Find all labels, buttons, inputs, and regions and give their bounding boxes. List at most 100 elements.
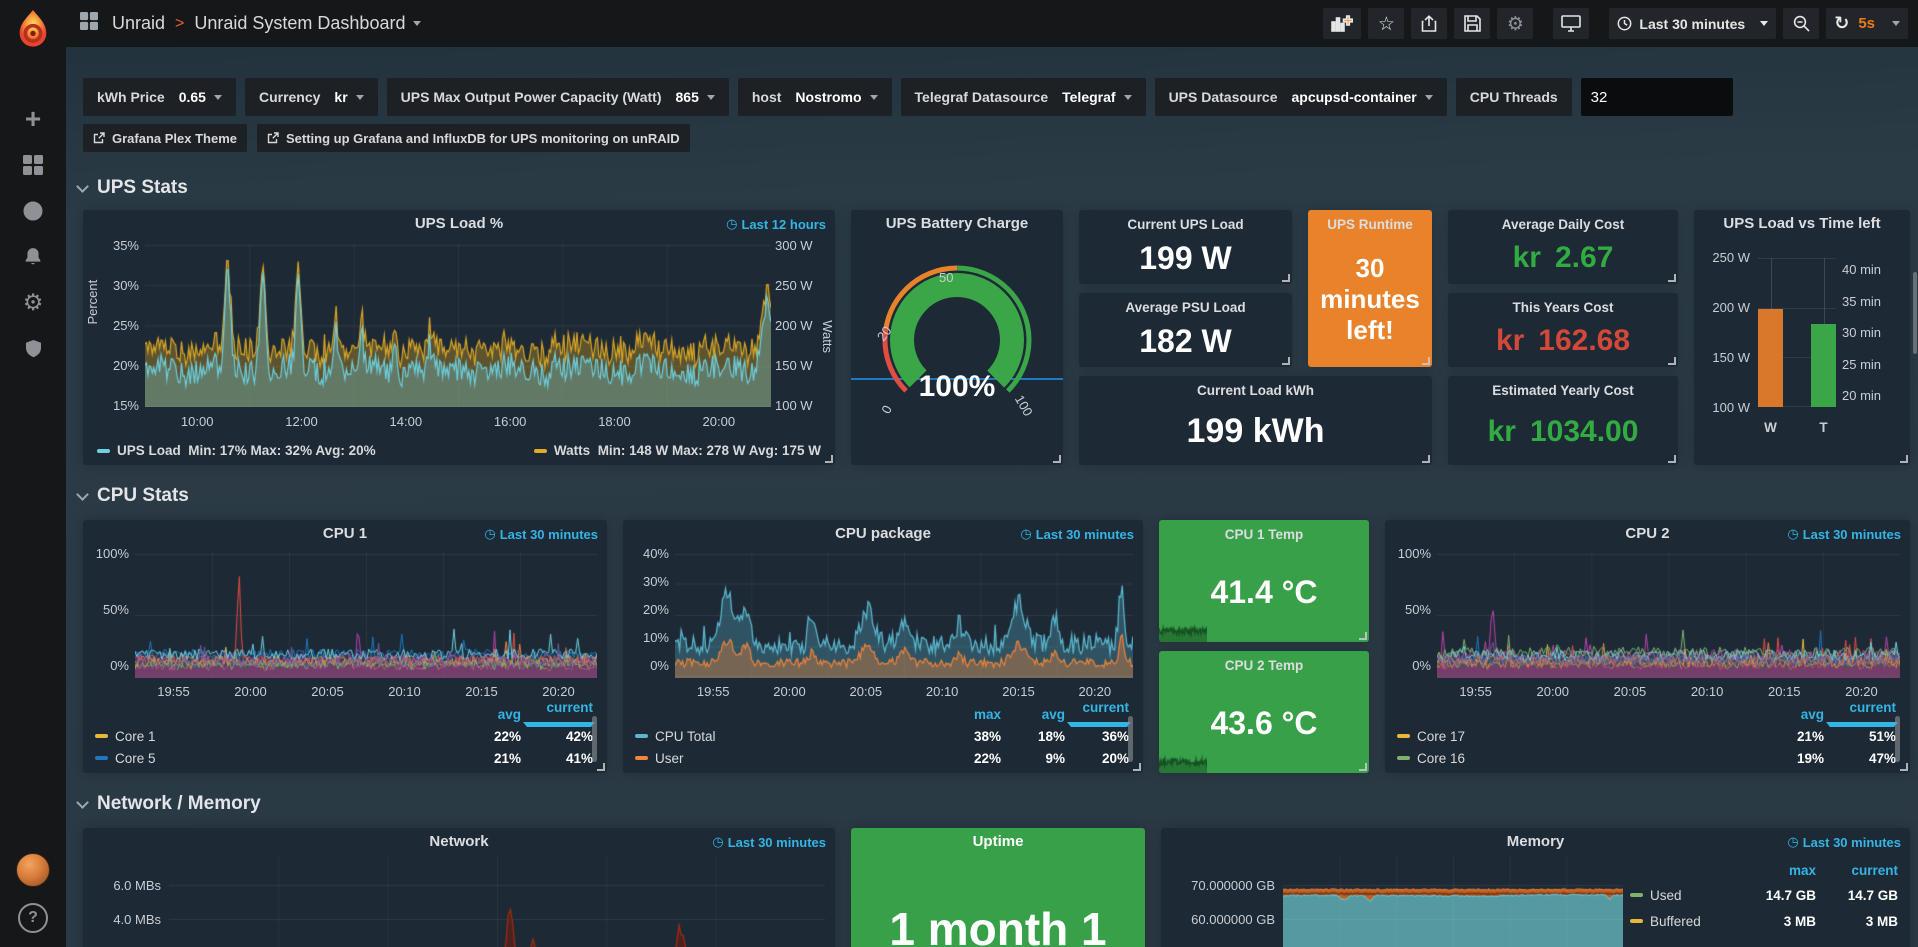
settings-gear-icon[interactable]: ⚙ — [1497, 8, 1533, 39]
panel-title[interactable]: Current Load kWh — [1079, 383, 1432, 398]
legend-series-name[interactable]: Core 1 — [115, 729, 156, 744]
variable-kwh-price[interactable]: kWh Price 0.65 — [83, 78, 236, 116]
link-grafana-plex-theme[interactable]: Grafana Plex Theme — [83, 124, 247, 152]
panel-title[interactable]: Estimated Yearly Cost — [1448, 383, 1678, 398]
panel-resize-handle[interactable] — [597, 763, 605, 771]
page-scrollbar-thumb[interactable] — [1913, 272, 1917, 354]
legend-scrollbar[interactable] — [592, 716, 597, 762]
legend-series-name[interactable]: UPS Load — [117, 443, 181, 458]
breadcrumb-dashboard-title[interactable]: Unraid System Dashboard — [194, 13, 405, 34]
breadcrumb-folder[interactable]: Unraid — [112, 13, 165, 34]
bar-time-left[interactable] — [1811, 324, 1836, 407]
alerting-bell-icon[interactable] — [10, 234, 56, 280]
panel-title[interactable]: Average PSU Load — [1079, 300, 1292, 315]
grafana-logo-icon[interactable] — [13, 8, 53, 52]
cycle-view-monitor-icon[interactable] — [1553, 8, 1589, 39]
cpu-package-plot[interactable] — [675, 552, 1133, 678]
legend-sort-current[interactable]: current — [1824, 700, 1896, 730]
dashboard-grid-icon[interactable] — [80, 12, 98, 35]
add-panel-button[interactable] — [1323, 8, 1361, 39]
legend-scrollbar[interactable] — [1895, 716, 1900, 762]
legend-sort-max[interactable]: max — [937, 707, 1001, 722]
zoom-out-button[interactable] — [1783, 8, 1819, 39]
refresh-interval-label[interactable]: 5s — [1858, 15, 1875, 32]
legend-series-name[interactable]: CPU Total — [655, 729, 716, 744]
panel-resize-handle[interactable] — [1282, 274, 1290, 282]
legend-series-name[interactable]: User — [655, 751, 684, 766]
save-button[interactable] — [1454, 8, 1490, 39]
ups-load-plot[interactable] — [145, 244, 771, 407]
variable-currency[interactable]: Currency kr — [245, 78, 378, 116]
create-icon[interactable]: + — [10, 96, 56, 142]
panel-title[interactable]: CPU 1 Temp — [1159, 527, 1369, 542]
memory-plot[interactable] — [1283, 856, 1623, 947]
user-avatar[interactable] — [16, 853, 50, 887]
panel-title[interactable]: UPS Load vs Time left — [1694, 215, 1910, 232]
variable-ups-datasource[interactable]: UPS Datasource apcupsd-container — [1155, 78, 1447, 116]
panel-time-range[interactable]: ◷Last 30 minutes — [1020, 527, 1134, 542]
panel-title[interactable]: Current UPS Load — [1079, 217, 1292, 232]
variable-host[interactable]: host Nostromo — [738, 78, 892, 116]
panel-title[interactable]: CPU 2 Temp — [1159, 658, 1369, 673]
legend-series-name[interactable]: Core 16 — [1417, 751, 1465, 766]
legend-series-name[interactable]: Core 17 — [1417, 729, 1465, 744]
legend-series-name[interactable]: Core 5 — [115, 751, 156, 766]
panel-resize-handle[interactable] — [1900, 763, 1908, 771]
legend-sort-avg[interactable]: avg — [449, 707, 521, 722]
legend-sort-current[interactable]: current — [521, 700, 593, 730]
panel-time-range[interactable]: ◷Last 30 minutes — [1787, 835, 1901, 850]
panel-resize-handle[interactable] — [1422, 455, 1430, 463]
panel-title[interactable]: Uptime — [851, 833, 1145, 850]
panel-title[interactable]: UPS Load % — [83, 215, 835, 232]
share-button[interactable] — [1411, 8, 1447, 39]
time-range-picker[interactable]: Last 30 minutes — [1609, 8, 1776, 39]
panel-resize-handle[interactable] — [1668, 357, 1676, 365]
cpu1-plot[interactable] — [135, 552, 597, 678]
section-network-memory[interactable]: Network / Memory — [78, 793, 261, 815]
network-plot[interactable] — [169, 856, 825, 947]
panel-resize-handle[interactable] — [1282, 357, 1290, 365]
link-ups-monitoring-guide[interactable]: Setting up Grafana and InfluxDB for UPS … — [257, 124, 690, 152]
panel-resize-handle[interactable] — [1668, 274, 1676, 282]
section-ups-stats[interactable]: UPS Stats — [78, 177, 188, 199]
bar-plot[interactable] — [1758, 258, 1836, 407]
cpu2-plot[interactable] — [1437, 552, 1900, 678]
star-button[interactable]: ☆ — [1368, 8, 1404, 39]
legend-sort-current[interactable]: current — [1065, 700, 1129, 730]
panel-resize-handle[interactable] — [825, 455, 833, 463]
legend-series-name[interactable]: Watts — [554, 443, 590, 458]
explore-icon[interactable] — [10, 188, 56, 234]
panel-resize-handle[interactable] — [1359, 632, 1367, 640]
configuration-gear-icon[interactable]: ⚙ — [10, 280, 56, 326]
legend-series-name[interactable]: Buffered — [1650, 914, 1701, 929]
legend-sort-avg[interactable]: avg — [1001, 707, 1065, 722]
panel-resize-handle[interactable] — [1053, 455, 1061, 463]
panel-title[interactable]: UPS Battery Charge — [851, 215, 1063, 232]
legend-series-name[interactable]: Used — [1650, 888, 1682, 903]
section-cpu-stats[interactable]: CPU Stats — [78, 485, 189, 507]
variable-ups-max-output[interactable]: UPS Max Output Power Capacity (Watt) 865 — [387, 78, 729, 116]
panel-time-range[interactable]: ◷Last 12 hours — [726, 217, 826, 232]
panel-resize-handle[interactable] — [1668, 455, 1676, 463]
panel-title[interactable]: Average Daily Cost — [1448, 217, 1678, 232]
help-icon[interactable]: ? — [18, 903, 48, 933]
panel-resize-handle[interactable] — [1133, 763, 1141, 771]
panel-title[interactable]: UPS Runtime — [1308, 217, 1432, 232]
panel-time-range[interactable]: ◷Last 30 minutes — [484, 527, 598, 542]
panel-resize-handle[interactable] — [1422, 357, 1430, 365]
cpu-threads-input[interactable] — [1581, 78, 1733, 116]
legend-sort-avg[interactable]: avg — [1752, 707, 1824, 722]
server-admin-shield-icon[interactable] — [10, 326, 56, 372]
bar-watts[interactable] — [1758, 309, 1783, 407]
variable-telegraf-datasource[interactable]: Telegraf Datasource Telegraf — [901, 78, 1146, 116]
refresh-button[interactable]: ↻ 5s — [1826, 8, 1908, 39]
panel-resize-handle[interactable] — [1359, 763, 1367, 771]
legend-sort-current[interactable]: current — [1816, 863, 1898, 878]
panel-resize-handle[interactable] — [1900, 455, 1908, 463]
dashboard-dropdown-caret[interactable] — [413, 21, 421, 26]
legend-scrollbar[interactable] — [1128, 716, 1133, 762]
panel-time-range[interactable]: ◷Last 30 minutes — [712, 835, 826, 850]
dashboards-icon[interactable] — [10, 142, 56, 188]
panel-title[interactable]: This Years Cost — [1448, 300, 1678, 315]
panel-time-range[interactable]: ◷Last 30 minutes — [1787, 527, 1901, 542]
